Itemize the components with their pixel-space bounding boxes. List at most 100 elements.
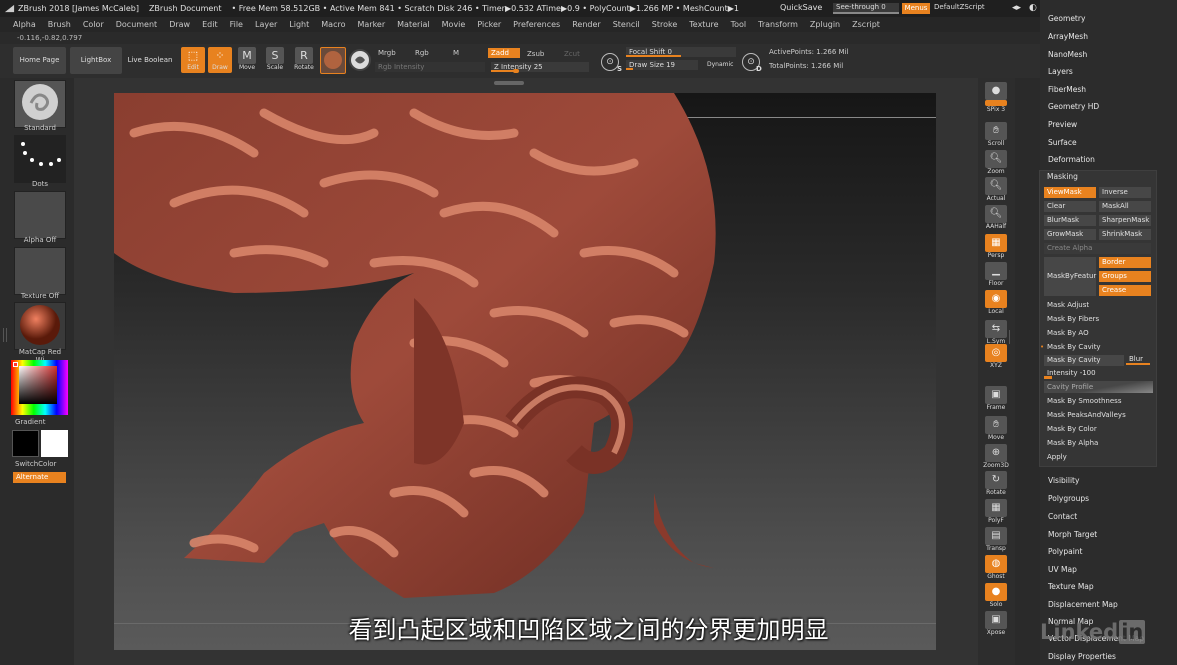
document-viewport[interactable] [114,93,936,650]
tray-morph-target[interactable]: Morph Target [1048,530,1097,539]
tray-surface[interactable]: Surface [1048,138,1077,147]
tray-visibility[interactable]: Visibility [1048,476,1079,485]
tray-displacement-map[interactable]: Displacement Map [1048,600,1118,609]
mask-peaks-valleys[interactable]: Mask PeaksAndValleys [1044,409,1153,421]
clear-button[interactable]: Clear [1044,201,1096,212]
blur-slider[interactable]: Blur [1126,353,1152,365]
brush-thumbnail[interactable] [14,80,66,128]
rotate-tool[interactable]: R Rotate [292,47,316,73]
mask-by-smoothness[interactable]: Mask By Smoothness [1044,395,1153,407]
scroll-button[interactable]: ✋︎ Scroll [983,122,1009,148]
menus-toggle[interactable]: Menus [902,3,930,14]
tray-geometry-hd[interactable]: Geometry HD [1048,102,1099,111]
mask-by-alpha[interactable]: Mask By Alpha [1044,437,1153,449]
canvas-area[interactable] [74,78,978,665]
tray-polypaint[interactable]: Polypaint [1048,547,1083,556]
menu-light[interactable]: Light [289,20,309,29]
shrinkmask-button[interactable]: ShrinkMask [1099,229,1151,240]
inverse-button[interactable]: Inverse [1099,187,1151,198]
menu-draw[interactable]: Draw [169,20,190,29]
secondary-color-swatch[interactable] [12,430,39,457]
l-sym-button[interactable]: ⇆ L.Sym [983,320,1009,346]
move-tool[interactable]: M Move [235,47,259,73]
tray-geometry[interactable]: Geometry [1048,14,1085,23]
alpha-thumbnail[interactable] [14,191,66,239]
menu-transform[interactable]: Transform [758,20,798,29]
primary-color-swatch[interactable] [41,430,68,457]
aahalf-button[interactable]: 🔍︎ AAHalf [983,205,1009,231]
floor-button[interactable]: ▁ Floor [983,262,1009,288]
mrgb-toggle[interactable]: Mrgb [375,48,399,58]
switch-color-button[interactable]: SwitchColor [15,460,67,468]
zsub-toggle[interactable]: Zsub [524,49,547,59]
tray-preview[interactable]: Preview [1048,120,1077,129]
stroke-thumbnail[interactable] [14,135,66,183]
z-intensity-knob[interactable] [512,69,519,73]
menu-texture[interactable]: Texture [689,20,718,29]
menu-edit[interactable]: Edit [202,20,218,29]
mask-by-cavity-button[interactable]: Mask By Cavity [1044,355,1124,366]
menu-preferences[interactable]: Preferences [513,20,560,29]
menu-stencil[interactable]: Stencil [613,20,640,29]
create-alpha-button[interactable]: Create Alpha [1044,243,1151,254]
quicksave-button[interactable]: QuickSave [780,3,822,12]
default-zscript-button[interactable]: DefaultZScript [934,3,985,11]
growmask-button[interactable]: GrowMask [1044,229,1096,240]
mask-by-fibers[interactable]: Mask By Fibers [1044,313,1153,325]
menu-picker[interactable]: Picker [477,20,501,29]
home-page-button[interactable]: Home Page [13,47,66,74]
tray-uv-map[interactable]: UV Map [1048,565,1077,574]
menu-color[interactable]: Color [83,20,104,29]
cavity-profile-curve[interactable]: Cavity Profile [1044,381,1153,393]
solo-button[interactable]: ● Solo [983,583,1009,609]
maskbyfeature-button[interactable]: MaskByFeatur [1044,257,1096,296]
texture-swatch-button[interactable] [349,49,371,71]
lightbox-button[interactable]: LightBox [70,47,122,74]
sharpenmask-button[interactable]: SharpenMask [1099,215,1151,226]
mask-by-ao[interactable]: Mask By AO [1044,327,1153,339]
mask-by-color[interactable]: Mask By Color [1044,423,1153,435]
tray-deformation[interactable]: Deformation [1048,155,1095,164]
mask-by-cavity-subpalette[interactable]: Mask By Cavity [1040,341,1153,353]
menu-macro[interactable]: Macro [321,20,345,29]
xyz-button[interactable]: ◎ XYZ [983,344,1009,370]
right-shelf-grip[interactable] [1009,330,1013,344]
tray-display-properties[interactable]: Display Properties [1048,652,1116,661]
edit-tool[interactable]: ⬚ Edit [181,47,205,73]
polyf-button[interactable]: ▦ PolyF [983,499,1009,525]
menu-marker[interactable]: Marker [357,20,385,29]
maskall-button[interactable]: MaskAll [1099,201,1151,212]
menu-render[interactable]: Render [572,20,600,29]
menu-file[interactable]: File [230,20,243,29]
draw-tool[interactable]: ⁘ Draw [208,47,232,73]
material-swatch-button[interactable] [320,47,346,74]
menu-layer[interactable]: Layer [255,20,277,29]
focal-shift-slider[interactable]: Focal Shift 0 [626,47,736,57]
rgb-toggle[interactable]: Rgb [412,48,432,58]
transp-button[interactable]: ▤ Transp [983,527,1009,553]
material-thumbnail[interactable] [14,302,66,350]
groups-toggle[interactable]: Groups [1099,271,1151,282]
apply-button[interactable]: Apply [1044,451,1153,463]
menu-tool[interactable]: Tool [731,20,747,29]
menu-zplugin[interactable]: Zplugin [810,20,840,29]
menu-document[interactable]: Document [116,20,157,29]
dynamic-toggle[interactable]: Dynamic [704,60,736,70]
m-toggle[interactable]: M [450,48,462,58]
local-button[interactable]: ◉ Local [983,290,1009,316]
tray-contact[interactable]: Contact [1048,512,1077,521]
texture-thumbnail[interactable] [14,247,66,295]
crease-toggle[interactable]: Crease [1099,285,1151,296]
persp-button[interactable]: ▦ Persp [983,234,1009,260]
intensity-slider[interactable]: Intensity -100 [1044,367,1153,379]
canvas-scroll-handle[interactable] [494,81,524,85]
tray-arraymesh[interactable]: ArrayMesh [1048,32,1088,41]
color-picker[interactable] [11,360,68,415]
menu-stroke[interactable]: Stroke [652,20,678,29]
scale-tool[interactable]: S Scale [263,47,287,73]
tray-layers[interactable]: Layers [1048,67,1073,76]
zoom-button[interactable]: 🔍︎ Zoom [983,150,1009,176]
blurmask-button[interactable]: BlurMask [1044,215,1096,226]
color-square[interactable] [19,366,57,404]
alternate-button[interactable]: Alternate [13,472,66,483]
